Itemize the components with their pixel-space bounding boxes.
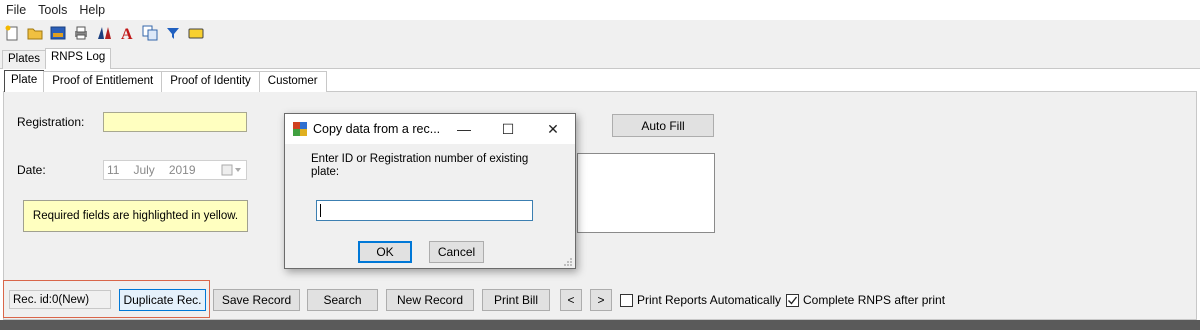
date-year: 2019 [168,163,196,177]
tab-customer[interactable]: Customer [258,71,327,92]
menu-file[interactable]: File [0,3,32,17]
app-window-icon [293,122,307,136]
outer-tab-strip: Plates RNPS Log [2,48,112,69]
required-fields-note: Required fields are highlighted in yello… [23,200,248,232]
menu-tools[interactable]: Tools [32,3,73,17]
open-folder-icon[interactable] [27,25,43,41]
complete-rnps-option[interactable]: Complete RNPS after print [786,293,945,307]
status-bar [0,320,1200,330]
resize-grip-icon[interactable] [563,257,573,267]
record-id-field: Rec. id:0(New) [9,290,111,309]
print-icon[interactable] [73,25,89,41]
date-picker[interactable]: 11 July 2019 [103,160,247,180]
auto-fill-button[interactable]: Auto Fill [612,114,714,137]
print-reports-auto-checkbox[interactable] [620,293,633,307]
rectangle-icon[interactable] [188,25,204,41]
new-file-icon[interactable] [4,25,20,41]
ok-button[interactable]: OK [358,241,412,263]
next-record-button[interactable]: > [590,289,612,311]
tab-rnps-log[interactable]: RNPS Log [44,48,112,69]
tab-plates[interactable]: Plates [2,50,46,69]
save-record-button[interactable]: Save Record [213,289,300,311]
dialog-prompt: Enter ID or Registration number of exist… [311,153,529,178]
date-label: Date: [17,163,46,177]
dialog-title-bar[interactable]: Copy data from a rec... — ☐ ✕ [285,114,575,144]
date-day: 11 [107,163,120,177]
dialog-title: Copy data from a rec... [313,122,441,136]
print-reports-auto-label: Print Reports Automatically [637,293,782,307]
maximize-icon[interactable]: ☐ [486,114,530,144]
print-reports-auto-option[interactable]: Print Reports Automatically [620,293,781,307]
inner-tab-strip: Plate Proof of Entitlement Proof of Iden… [4,70,327,92]
new-record-button[interactable]: New Record [386,289,474,311]
minimize-icon[interactable]: — [442,114,486,144]
tab-plate[interactable]: Plate [4,70,45,92]
font-icon[interactable]: A [119,25,135,41]
tab-proof-of-entitlement[interactable]: Proof of Entitlement [43,71,163,92]
compare-icon[interactable] [96,25,112,41]
cancel-button[interactable]: Cancel [429,241,484,263]
menu-bar: File Tools Help [0,0,1200,20]
menu-help[interactable]: Help [73,3,111,17]
date-month: July [133,163,155,177]
registration-id-input[interactable] [316,200,533,221]
notes-textarea[interactable] [577,153,715,233]
calendar-dropdown-icon[interactable] [221,163,246,177]
tab-proof-of-identity[interactable]: Proof of Identity [161,71,260,92]
previous-record-button[interactable]: < [560,289,582,311]
complete-rnps-label: Complete RNPS after print [803,293,946,307]
copy-icon[interactable] [142,25,158,41]
registration-label: Registration: [17,115,85,129]
search-button[interactable]: Search [307,289,378,311]
copy-data-dialog: Copy data from a rec... — ☐ ✕ Enter ID o… [284,113,576,269]
toolbar: A [0,20,1200,46]
duplicate-record-button[interactable]: Duplicate Rec. [119,289,206,311]
text-caret [320,204,321,217]
close-icon[interactable]: ✕ [531,114,575,144]
svg-text:A: A [121,26,133,41]
complete-rnps-checkbox[interactable] [786,293,799,307]
print-bill-button[interactable]: Print Bill [482,289,550,311]
image-icon[interactable] [50,25,66,41]
filter-icon[interactable] [165,25,181,41]
registration-input[interactable] [103,112,247,132]
